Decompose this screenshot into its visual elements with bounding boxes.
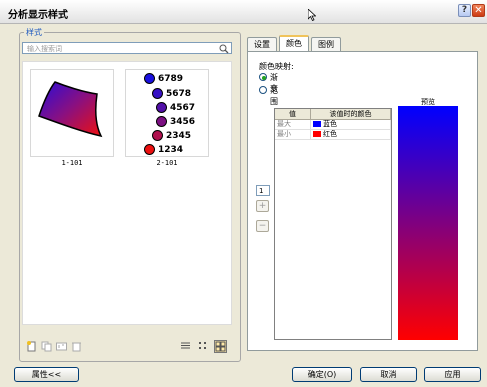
style-label: 1-101 [61,159,83,167]
style-group-title: 样式 [24,27,44,38]
mouse-cursor-icon [308,9,316,21]
cancel-button[interactable]: 取消 [360,367,417,382]
apply-button[interactable]: 应用 [424,367,481,382]
search-input[interactable]: 输入搜索词 [22,42,232,54]
rename-style-icon[interactable] [56,341,67,352]
ok-button[interactable]: 确定(O) [292,367,352,382]
large-icons-view-icon[interactable] [214,340,227,353]
tab-strip: 设置 颜色 图例 [247,35,487,51]
tab-legend[interactable]: 图例 [311,37,341,51]
style-label: 2-101 [156,159,178,167]
copy-style-icon[interactable] [41,341,52,352]
legend-value: 2345 [166,131,192,141]
properties-button[interactable]: 属性<< [14,367,79,382]
legend-value: 6789 [158,74,184,84]
legend-value: 5678 [166,89,192,99]
color-name: 蓝色 [323,120,337,128]
title-bar: 分析显示样式 ? ✕ [0,0,487,24]
style-thumbnail-legend[interactable]: 6789 5678 4567 3456 2345 1234 [125,69,209,157]
column-header-value: 值 [275,109,311,120]
delete-style-icon[interactable] [71,341,82,352]
color-table: 值 该值时的颜色 最大 蓝色 最小 红色 [274,108,392,340]
view-toolbar [180,340,230,354]
window-title: 分析显示样式 [8,10,68,21]
style-list: 1-101 6789 5678 4567 3456 2345 1234 2-10… [22,61,232,325]
legend-circle [152,88,163,99]
help-button[interactable]: ? [458,4,471,17]
gradient-preview [398,106,458,340]
search-icon[interactable] [219,44,229,54]
list-view-icon[interactable] [180,340,191,351]
tab-color[interactable]: 颜色 [279,35,309,51]
legend-value: 1234 [158,145,184,155]
style-toolbar [26,341,106,355]
table-cell-color[interactable]: 红色 [311,130,391,140]
radio-range-label: 范围 [270,86,278,106]
close-button[interactable]: ✕ [472,4,485,17]
legend-circle [144,144,155,155]
style-thumbnail-surface[interactable] [30,69,114,157]
table-cell-value[interactable]: 最小 [275,130,311,140]
column-header-color: 该值时的颜色 [311,109,391,120]
legend-circle [156,102,167,113]
color-mapping-label: 颜色映射: [259,62,294,71]
gradient-surface-icon [38,81,103,138]
add-color-button[interactable]: + [256,200,269,212]
small-icons-view-icon[interactable] [197,340,208,351]
color-swatch [313,131,321,137]
color-swatch [313,121,321,127]
color-count-input[interactable]: 1 [256,185,270,196]
table-cell-value[interactable]: 最大 [275,120,311,130]
legend-value: 3456 [170,117,196,127]
table-cell-color[interactable]: 蓝色 [311,120,391,130]
legend-value: 4567 [170,103,196,113]
legend-circle [156,116,167,127]
new-style-icon[interactable] [26,341,37,352]
color-name: 红色 [323,130,337,138]
radio-range-indicator[interactable] [259,86,267,94]
remove-color-button[interactable]: − [256,220,269,232]
tab-settings[interactable]: 设置 [247,37,277,51]
radio-gradient-indicator[interactable] [259,73,267,81]
legend-circle [152,130,163,141]
search-placeholder: 输入搜索词 [27,45,62,53]
legend-circle [144,73,155,84]
